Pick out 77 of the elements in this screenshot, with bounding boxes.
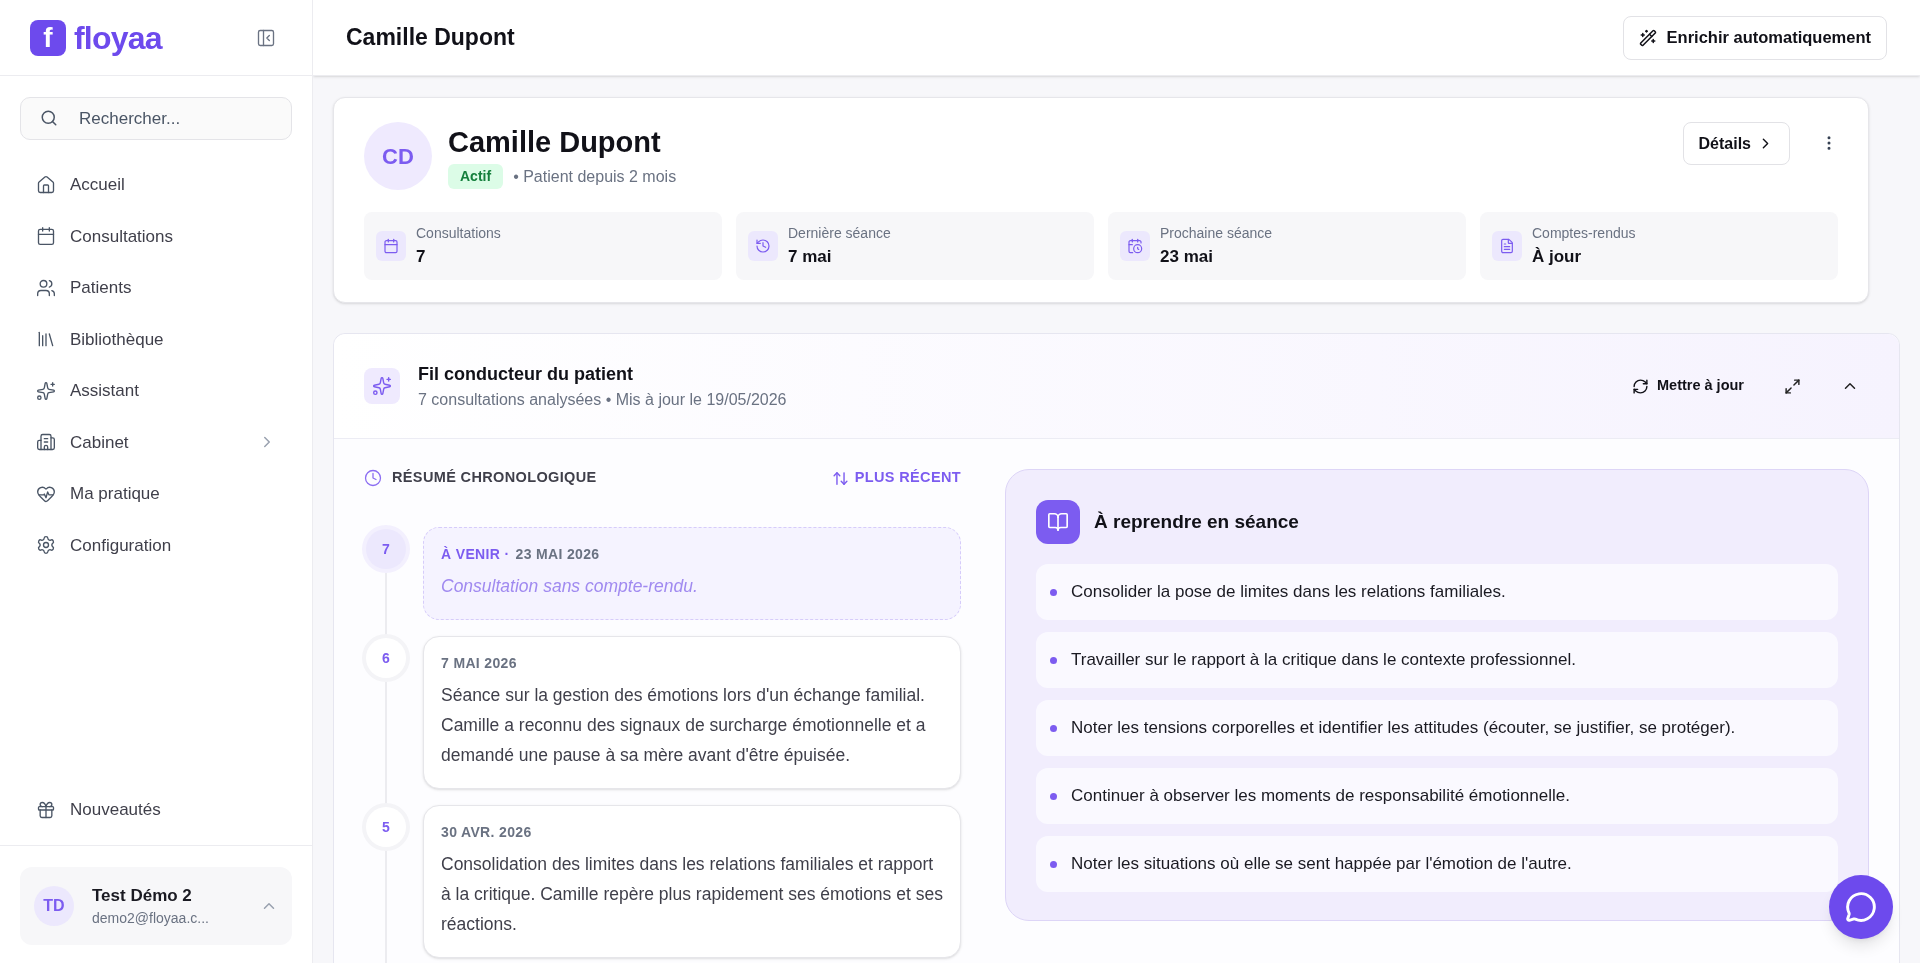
chat-icon bbox=[1845, 891, 1877, 923]
bullet-icon bbox=[1050, 724, 1057, 732]
nav-item[interactable]: Assistant bbox=[20, 365, 292, 417]
stat-value: 7 bbox=[416, 245, 427, 268]
user-email: demo2@floyaa.c... bbox=[92, 909, 210, 929]
thread-title: Fil conducteur du patient bbox=[418, 362, 634, 386]
settings-icon bbox=[36, 535, 56, 556]
follow-up-item: Consolider la pose de limites dans les relations familiales. bbox=[1036, 564, 1838, 620]
step-number: 7 bbox=[366, 529, 406, 569]
stat-label: Prochaine séance bbox=[1160, 223, 1273, 243]
patient-avatar: CD bbox=[364, 122, 432, 190]
user-name: Test Démo 2 bbox=[92, 884, 193, 907]
panel-title: À reprendre en séance bbox=[1094, 509, 1299, 534]
gift-icon bbox=[36, 800, 56, 820]
nav-item[interactable]: Accueil bbox=[20, 159, 292, 211]
book-icon bbox=[1036, 500, 1080, 544]
stat-label: Consultations bbox=[416, 223, 501, 243]
document-icon bbox=[1492, 231, 1522, 261]
user-avatar: TD bbox=[34, 886, 74, 926]
history-icon bbox=[748, 231, 778, 261]
status-badge: Actif bbox=[448, 164, 504, 190]
stat-value: 23 mai bbox=[1160, 245, 1214, 268]
bullet-icon bbox=[1050, 656, 1057, 664]
thread-subtitle: 7 consultations analysées • Mis à jour le 19/05/2026 bbox=[418, 389, 788, 410]
nav-item[interactable]: Consultations bbox=[20, 210, 292, 262]
page-title: Camille Dupont bbox=[346, 23, 515, 53]
session-note: Consultation sans compte-rendu. bbox=[441, 575, 699, 598]
calendar-icon bbox=[36, 226, 56, 247]
section-title: RÉSUMÉ CHRONOLOGIQUE bbox=[392, 468, 597, 488]
sort-button[interactable]: PLUS RÉCENT bbox=[831, 467, 961, 489]
sparkles-icon bbox=[36, 380, 56, 401]
status-label: À VENIR · bbox=[441, 545, 510, 564]
expand-icon[interactable] bbox=[1784, 377, 1801, 395]
nav-item[interactable]: Bibliothèque bbox=[20, 313, 292, 365]
patient-name: Camille Dupont bbox=[448, 125, 662, 160]
follow-up-item: Continuer à observer les moments de responsabilité émotionnelle. bbox=[1036, 768, 1838, 824]
nav-item[interactable]: Patients bbox=[20, 262, 292, 314]
session-date: 7 MAI 2026 bbox=[441, 654, 517, 673]
magic-wand-icon bbox=[1638, 28, 1657, 47]
search-field[interactable]: Rechercher... bbox=[20, 97, 292, 140]
session-summary: Séance sur la gestion des émotions lors d'un échange familial. Camille a reconnu des signaux de surcharge émotionnelle et a demandé une pause à sa mère avant d'être épuisée. bbox=[441, 684, 927, 767]
stat-value: À jour bbox=[1532, 245, 1583, 268]
follow-up-item: Noter les tensions corporelles et identifier les attitudes (écouter, se justifier, se protéger). bbox=[1036, 700, 1838, 756]
bullet-icon bbox=[1050, 860, 1057, 868]
users-icon bbox=[36, 277, 56, 298]
session-date: 23 MAI 2026 bbox=[515, 545, 600, 564]
stat-value: 7 mai bbox=[788, 245, 833, 268]
bullet-icon bbox=[1050, 588, 1057, 596]
home-icon bbox=[36, 174, 56, 195]
stat-label: Dernière séance bbox=[788, 223, 891, 243]
sidebar-toggle-icon[interactable] bbox=[256, 27, 276, 48]
calendar-clock-icon bbox=[1120, 231, 1150, 261]
building-icon bbox=[36, 432, 56, 453]
step-number: 6 bbox=[366, 638, 406, 678]
refresh-icon bbox=[1632, 377, 1649, 395]
update-button[interactable]: Mettre à jour bbox=[1632, 375, 1744, 397]
bullet-icon bbox=[1050, 792, 1057, 800]
follow-up-item: Travailler sur le rapport à la critique dans le contexte professionnel. bbox=[1036, 632, 1838, 688]
search-icon bbox=[40, 109, 58, 127]
user-card[interactable]: TD Test Démo 2 demo2@floyaa.c... bbox=[20, 867, 292, 945]
enrich-button[interactable]: Enrichir automatiquement bbox=[1622, 15, 1887, 60]
nav-item[interactable]: Nouveautés bbox=[20, 785, 292, 835]
follow-up-item: Noter les situations où elle se sent happée par l'émotion de l'autre. bbox=[1036, 836, 1838, 892]
session-summary: Consolidation des limites dans les relations familiales et rapport à la critique. Camille repère plus rapidement ses émotions et ses réactions. bbox=[441, 853, 943, 936]
sparkles-icon bbox=[364, 368, 400, 404]
details-button[interactable]: Détails bbox=[1682, 122, 1790, 165]
clock-icon bbox=[364, 469, 382, 487]
session-date: 30 AVR. 2026 bbox=[441, 823, 532, 842]
nav-item[interactable]: Configuration bbox=[20, 519, 292, 571]
nav-item[interactable]: Ma pratique bbox=[20, 468, 292, 520]
sort-icon bbox=[831, 469, 849, 487]
logo[interactable]: f floyaa bbox=[30, 19, 162, 56]
nav-item[interactable]: Cabinet bbox=[20, 416, 292, 468]
stat-label: Comptes-rendus bbox=[1532, 223, 1636, 243]
patient-since: • Patient depuis 2 mois bbox=[513, 166, 677, 187]
step-number: 5 bbox=[366, 807, 406, 847]
calendar-icon bbox=[376, 231, 406, 261]
